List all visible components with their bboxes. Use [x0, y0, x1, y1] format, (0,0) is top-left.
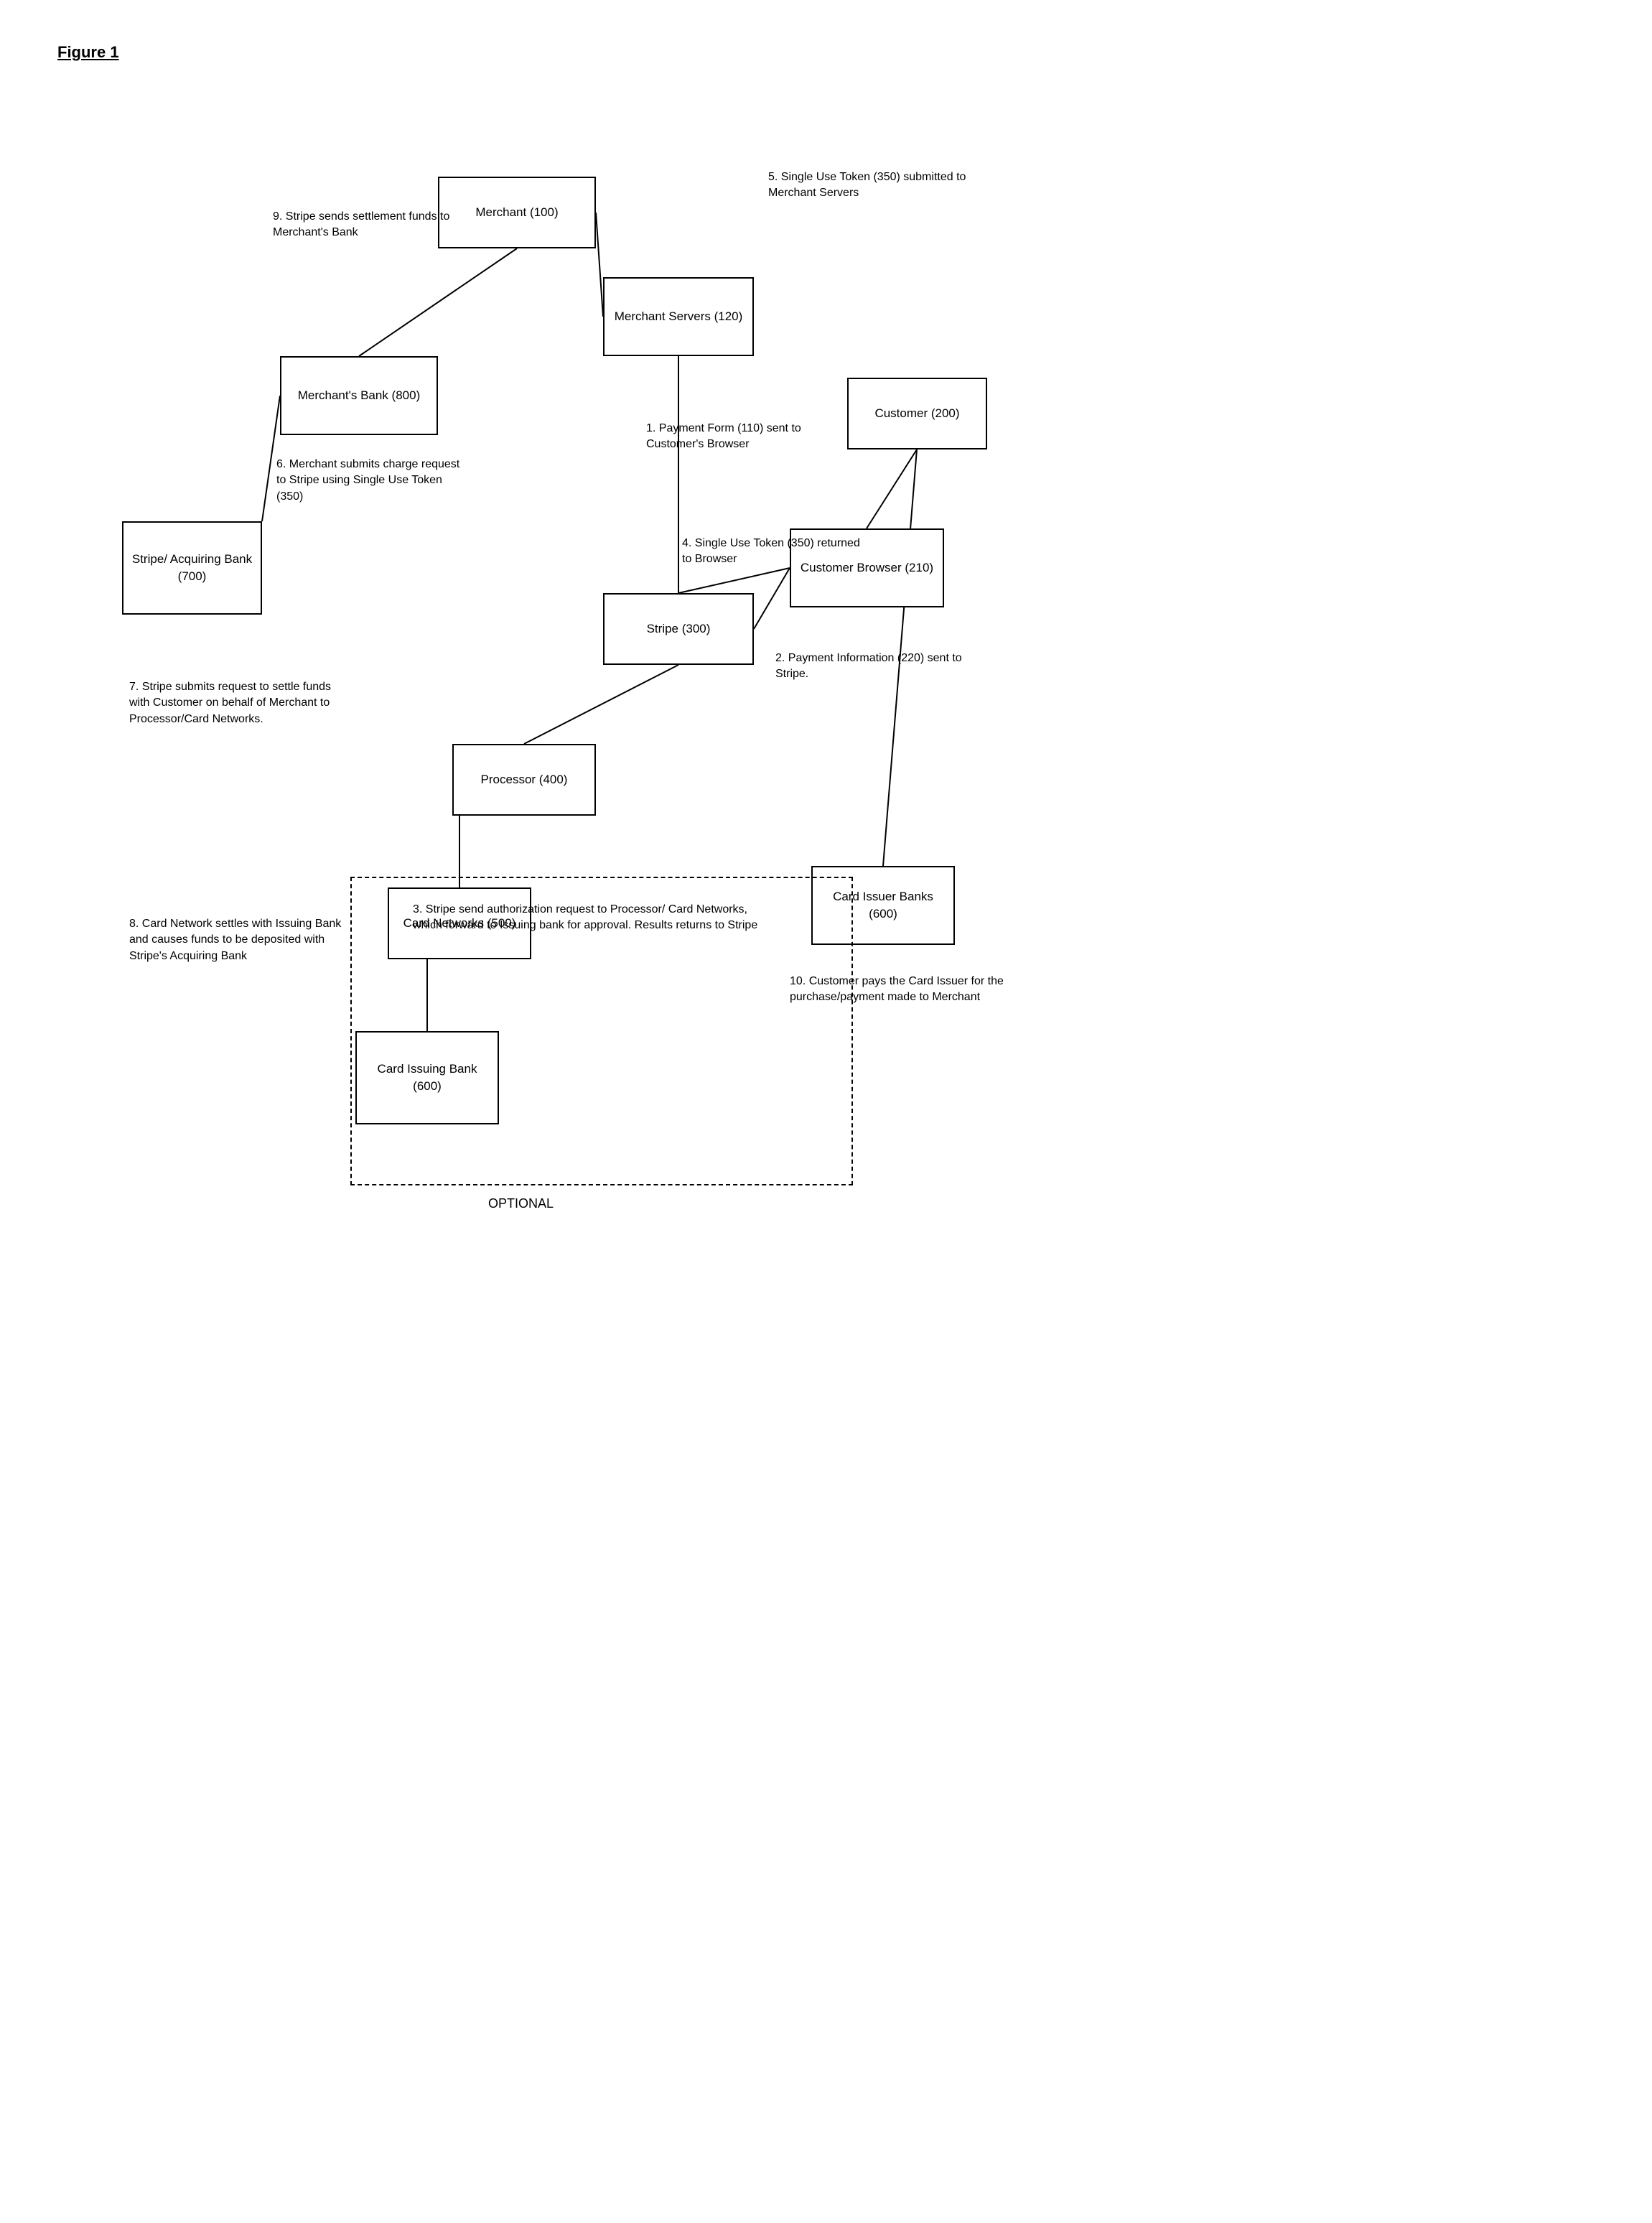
merchant-servers-label: Merchant Servers (120) — [615, 308, 743, 325]
annotation-7: 7. Stripe submits request to settle fund… — [129, 679, 352, 727]
merchants-bank-label: Merchant's Bank (800) — [298, 387, 421, 404]
stripe-acquiring-label: Stripe/ Acquiring Bank (700) — [129, 551, 255, 585]
annotation-4: 4. Single Use Token (350) returned to Br… — [682, 536, 862, 568]
processor-box: Processor (400) — [452, 744, 596, 816]
annotation-9: 9. Stripe sends settlement funds to Merc… — [273, 209, 474, 241]
page: Figure 1 — [0, 0, 1652, 2223]
optional-label: OPTIONAL — [488, 1196, 554, 1211]
merchant-label: Merchant (100) — [475, 204, 558, 221]
annotation-3: 3. Stripe send authorization request to … — [413, 902, 765, 934]
annotation-10: 10. Customer pays the Card Issuer for th… — [790, 974, 1063, 1006]
stripe-box: Stripe (300) — [603, 593, 754, 665]
annotation-1: 1. Payment Form (110) sent to Customer's… — [646, 421, 826, 453]
stripe-label: Stripe (300) — [647, 620, 711, 638]
merchants-bank-box: Merchant's Bank (800) — [280, 356, 438, 435]
figure-title: Figure 1 — [57, 43, 1595, 62]
diagram: Merchant (100) Merchant's Bank (800) Str… — [57, 90, 1565, 2173]
customer-box: Customer (200) — [847, 378, 987, 449]
annotation-8: 8. Card Network settles with Issuing Ban… — [129, 916, 345, 964]
annotation-6: 6. Merchant submits charge request to St… — [276, 457, 463, 505]
annotation-5: 5. Single Use Token (350) submitted to M… — [768, 169, 984, 202]
processor-label: Processor (400) — [481, 771, 568, 788]
stripe-acquiring-box: Stripe/ Acquiring Bank (700) — [122, 521, 262, 615]
merchant-servers-box: Merchant Servers (120) — [603, 277, 754, 356]
annotation-2: 2. Payment Information (220) sent to Str… — [775, 651, 976, 683]
customer-label: Customer (200) — [874, 405, 959, 422]
